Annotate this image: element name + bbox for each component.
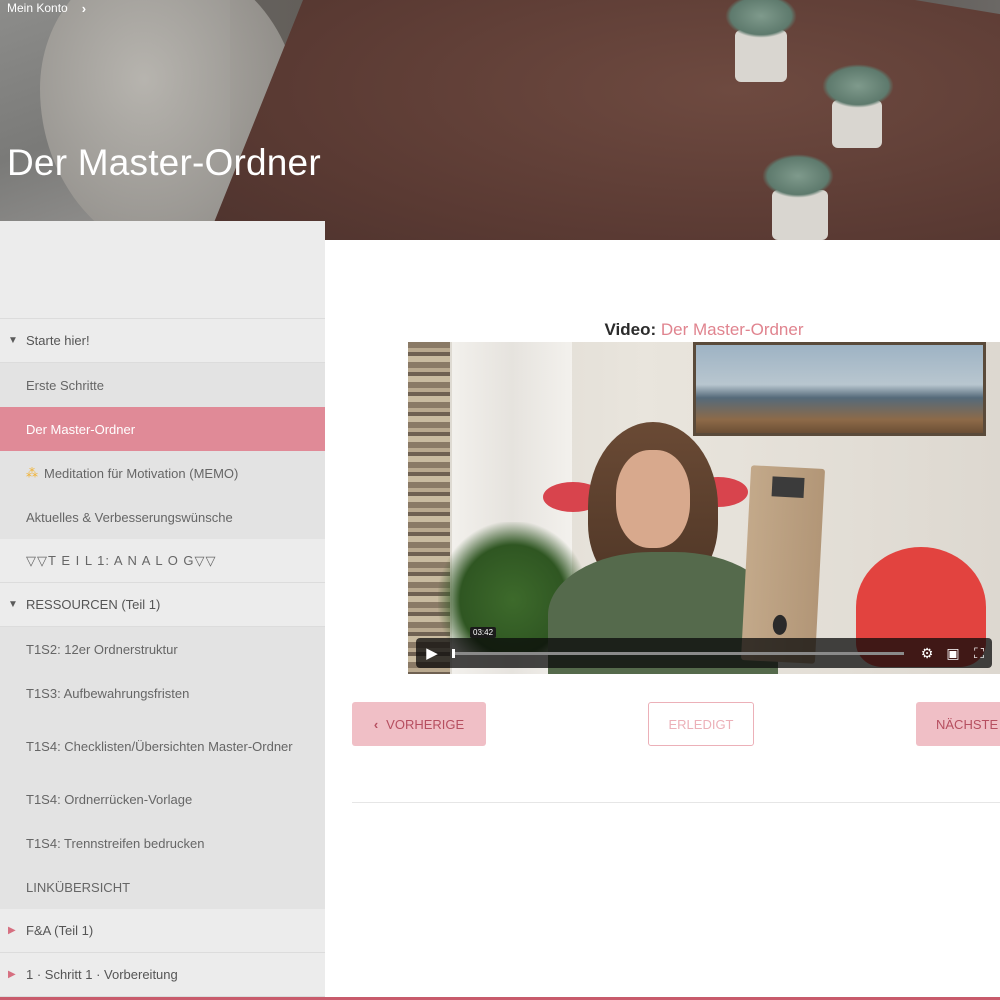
sidebar-section-label: Starte hier! <box>26 333 90 348</box>
video-player[interactable]: 03:42 ▶ ⚙ ▣ ⛶ <box>408 342 1000 674</box>
sidebar-header-space <box>0 221 325 319</box>
picture-in-picture-icon[interactable]: ▣ <box>940 645 966 662</box>
sidebar-item-label: Meditation für Motivation (MEMO) <box>44 465 239 481</box>
caret-right-icon: ▶ <box>8 969 16 980</box>
sidebar-item-der-master-ordner[interactable]: Der Master-Ordner <box>0 407 325 451</box>
caret-right-icon: ▶ <box>8 925 16 936</box>
play-icon[interactable]: ▶ <box>416 638 448 668</box>
sidebar-item-label: LINKÜBERSICHT <box>26 879 131 895</box>
sidebar-item-label: T1S4: Trennstreifen bedrucken <box>26 835 205 851</box>
sidebar-item-label: Erste Schritte <box>26 377 105 393</box>
sidebar-item-label: T1S4: Ordnerrücken-Vorlage <box>26 791 193 807</box>
sidebar-section-starte-hier[interactable]: ▼ Starte hier! <box>0 319 325 363</box>
content-divider <box>352 802 1000 803</box>
breadcrumb-link-mein-konto[interactable]: Mein Konto <box>7 1 68 15</box>
sidebar-item-label: T1S3: Aufbewahrungsfristen <box>26 685 190 701</box>
video-frame-binder <box>740 465 826 664</box>
sidebar-item-label: T1S4: Checklisten/Übersichten Master-Ord… <box>26 738 293 754</box>
sidebar-item-label: T1S2: 12er Ordnerstruktur <box>26 641 178 657</box>
sidebar-item-aufbewahrungsfristen[interactable]: T1S3: Aufbewahrungsfristen <box>0 671 325 715</box>
video-progress-handle[interactable] <box>452 648 455 658</box>
hero-plant-decoration <box>725 0 797 82</box>
video-heading-title: Der Master-Ordner <box>660 320 804 339</box>
page-title: Der Master-Ordner <box>7 142 321 183</box>
video-controls: ▶ ⚙ ▣ ⛶ <box>416 638 992 668</box>
sidebar-item-meditation[interactable]: ⁂ Meditation für Motivation (MEMO) <box>0 451 325 495</box>
sidebar-section-fa-teil1[interactable]: ▶ F&A (Teil 1) <box>0 909 325 953</box>
sidebar-item-label: ▽▽T E I L 1: A N A L O G▽▽ <box>26 553 217 568</box>
hero-banner: Mein Konto › Der Master-Ordner <box>0 0 1000 240</box>
video-heading-prefix: Video: <box>604 320 657 339</box>
sidebar-item-teil1-analog[interactable]: ▽▽T E I L 1: A N A L O G▽▽ <box>0 539 325 583</box>
sidebar-item-checklisten[interactable]: T1S4: Checklisten/Übersichten Master-Ord… <box>0 715 325 777</box>
sidebar-section-label: RESSOURCEN (Teil 1) <box>26 597 161 612</box>
sidebar-section-schritt1[interactable]: ▶ 1 · Schritt 1 · Vorbereitung <box>0 953 325 997</box>
sidebar-item-ordnerruecken-vorlage[interactable]: T1S4: Ordnerrücken-Vorlage <box>0 777 325 821</box>
triad-icon: ⁂ <box>26 465 38 480</box>
sidebar-item-aktuelles[interactable]: Aktuelles & Verbesserungswünsche <box>0 495 325 539</box>
sidebar-item-ordnerstruktur[interactable]: T1S2: 12er Ordnerstruktur <box>0 627 325 671</box>
sidebar-section-label: F&A (Teil 1) <box>26 923 94 938</box>
video-heading: Video: Der Master-Ordner <box>408 320 1000 340</box>
caret-down-icon: ▼ <box>8 599 18 610</box>
sidebar-item-label: Aktuelles & Verbesserungswünsche <box>26 509 233 525</box>
next-button[interactable]: NÄCHSTE <box>916 702 1000 746</box>
chevron-right-icon: › <box>81 0 87 16</box>
timestamp-tooltip: 03:42 <box>470 627 497 638</box>
chevron-left-icon: ‹ <box>373 716 379 732</box>
settings-gear-icon[interactable]: ⚙ <box>914 645 940 662</box>
caret-down-icon: ▼ <box>8 335 18 346</box>
breadcrumb: Mein Konto › <box>7 0 86 16</box>
previous-button[interactable]: ‹ VORHERIGE <box>352 702 486 746</box>
sidebar-item-linkuebersicht[interactable]: LINKÜBERSICHT <box>0 865 325 909</box>
fullscreen-icon[interactable]: ⛶ <box>966 645 992 662</box>
sidebar-item-label: Der Master-Ordner <box>26 421 136 437</box>
hero-plant-decoration <box>822 64 894 148</box>
course-sidebar: ▼ Starte hier! Erste Schritte Der Master… <box>0 221 325 1000</box>
previous-button-label: VORHERIGE <box>386 716 465 732</box>
hero-plant-decoration <box>762 154 834 240</box>
video-progress-track[interactable] <box>452 648 904 658</box>
sidebar-section-ressourcen[interactable]: ▼ RESSOURCEN (Teil 1) <box>0 583 325 627</box>
sidebar-item-erste-schritte[interactable]: Erste Schritte <box>0 363 325 407</box>
mark-done-button[interactable]: ERLEDIGT <box>648 702 754 746</box>
sidebar-section-label: 1 · Schritt 1 · Vorbereitung <box>26 967 178 982</box>
sidebar-item-trennstreifen[interactable]: T1S4: Trennstreifen bedrucken <box>0 821 325 865</box>
